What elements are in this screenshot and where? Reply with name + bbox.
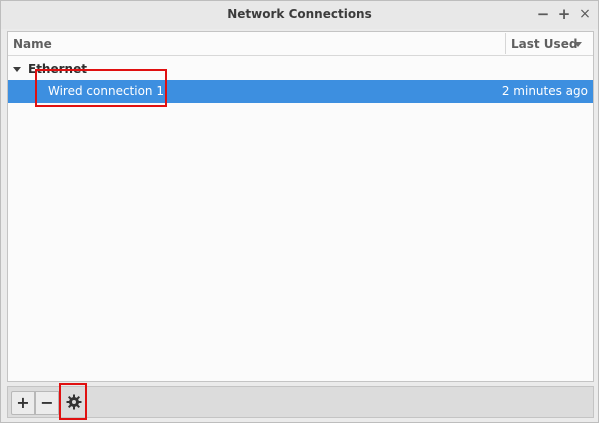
- column-header-last-used[interactable]: Last Used: [511, 37, 577, 51]
- add-connection-button[interactable]: +: [11, 391, 35, 415]
- bottom-toolbar: + −: [7, 386, 594, 418]
- window-title: Network Connections: [227, 7, 372, 21]
- sort-descending-icon[interactable]: [574, 42, 582, 47]
- close-button[interactable]: ×: [575, 4, 595, 24]
- column-separator: [505, 33, 506, 54]
- list-header: Name Last Used: [8, 32, 593, 56]
- maximize-button[interactable]: +: [554, 4, 574, 24]
- remove-connection-button[interactable]: −: [35, 391, 59, 415]
- annotation-box-gear: [59, 383, 87, 420]
- connection-last-used: 2 minutes ago: [501, 84, 588, 98]
- title-bar[interactable]: Network Connections − + ×: [1, 1, 598, 29]
- column-header-name[interactable]: Name: [13, 37, 52, 51]
- minimize-button[interactable]: −: [533, 4, 553, 24]
- expander-down-icon[interactable]: [13, 67, 21, 72]
- annotation-box-connection: [35, 69, 167, 107]
- network-connections-window: Network Connections − + × Name Last Used…: [0, 0, 599, 423]
